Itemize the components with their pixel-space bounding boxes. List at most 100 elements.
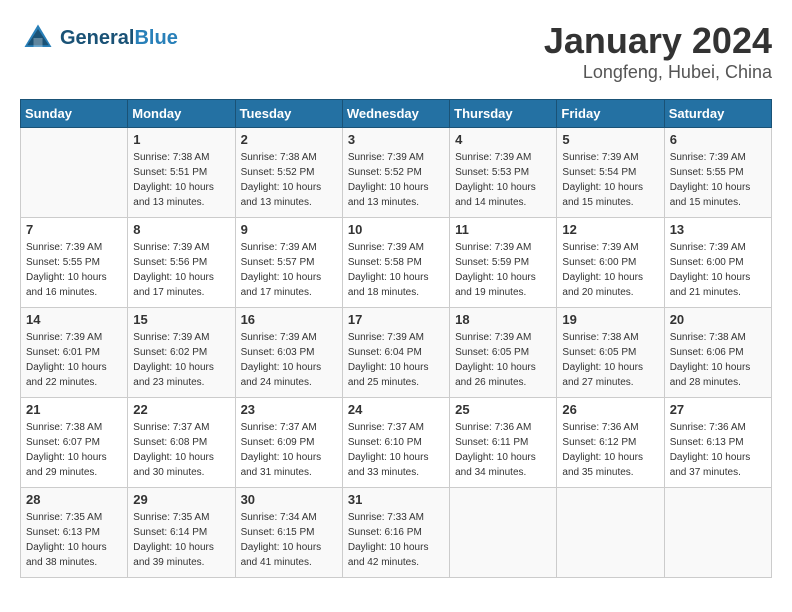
day-cell-22: 22 Sunrise: 7:37 AM Sunset: 6:08 PM Dayli… bbox=[128, 398, 235, 488]
day-cell-20: 20 Sunrise: 7:38 AM Sunset: 6:06 PM Dayli… bbox=[664, 308, 771, 398]
day-info: Sunrise: 7:39 AM Sunset: 6:00 PM Dayligh… bbox=[670, 240, 766, 300]
day-cell-26: 26 Sunrise: 7:36 AM Sunset: 6:12 PM Dayli… bbox=[557, 398, 664, 488]
header-row: SundayMondayTuesdayWednesdayThursdayFrid… bbox=[21, 100, 772, 128]
day-info: Sunrise: 7:36 AM Sunset: 6:11 PM Dayligh… bbox=[455, 420, 551, 480]
day-number: 19 bbox=[562, 312, 658, 327]
column-header-monday: Monday bbox=[128, 100, 235, 128]
day-cell-5: 5 Sunrise: 7:39 AM Sunset: 5:54 PM Daylig… bbox=[557, 128, 664, 218]
day-info: Sunrise: 7:37 AM Sunset: 6:10 PM Dayligh… bbox=[348, 420, 444, 480]
day-info: Sunrise: 7:38 AM Sunset: 6:07 PM Dayligh… bbox=[26, 420, 122, 480]
day-cell-16: 16Sunrise: 7:39 AM Sunset: 6:03 PM Dayli… bbox=[235, 308, 342, 398]
day-cell-6: 6Sunrise: 7:39 AM Sunset: 5:55 PM Daylig… bbox=[664, 128, 771, 218]
day-info: Sunrise: 7:39 AM Sunset: 5:52 PM Dayligh… bbox=[348, 150, 444, 210]
day-number: 20 bbox=[670, 312, 766, 327]
day-cell-28: 28 Sunrise: 7:35 AM Sunset: 6:13 PM Dayli… bbox=[21, 488, 128, 578]
day-info: Sunrise: 7:39 AM Sunset: 5:56 PM Dayligh… bbox=[133, 240, 229, 300]
day-cell-12: 12Sunrise: 7:39 AM Sunset: 6:00 PM Dayli… bbox=[557, 218, 664, 308]
day-cell-17: 17 Sunrise: 7:39 AM Sunset: 6:04 PM Dayli… bbox=[342, 308, 449, 398]
day-info: Sunrise: 7:34 AM Sunset: 6:15 PM Dayligh… bbox=[241, 510, 337, 570]
day-info: Sunrise: 7:39 AM Sunset: 6:05 PM Dayligh… bbox=[455, 330, 551, 390]
day-info: Sunrise: 7:39 AM Sunset: 6:02 PM Dayligh… bbox=[133, 330, 229, 390]
day-number: 15 bbox=[133, 312, 229, 327]
day-info: Sunrise: 7:33 AM Sunset: 6:16 PM Dayligh… bbox=[348, 510, 444, 570]
day-number: 31 bbox=[348, 492, 444, 507]
empty-cell bbox=[450, 488, 557, 578]
day-number: 18 bbox=[455, 312, 551, 327]
day-number: 6 bbox=[670, 132, 766, 147]
day-number: 23 bbox=[241, 402, 337, 417]
day-number: 27 bbox=[670, 402, 766, 417]
day-info: Sunrise: 7:38 AM Sunset: 6:06 PM Dayligh… bbox=[670, 330, 766, 390]
day-number: 29 bbox=[133, 492, 229, 507]
day-cell-10: 10 Sunrise: 7:39 AM Sunset: 5:58 PM Dayli… bbox=[342, 218, 449, 308]
empty-cell bbox=[557, 488, 664, 578]
day-cell-1: 1Sunrise: 7:38 AM Sunset: 5:51 PM Daylig… bbox=[128, 128, 235, 218]
calendar-table: SundayMondayTuesdayWednesdayThursdayFrid… bbox=[20, 99, 772, 578]
day-info: Sunrise: 7:39 AM Sunset: 5:57 PM Dayligh… bbox=[241, 240, 337, 300]
day-info: Sunrise: 7:39 AM Sunset: 6:03 PM Dayligh… bbox=[241, 330, 337, 390]
day-cell-30: 30 Sunrise: 7:34 AM Sunset: 6:15 PM Dayli… bbox=[235, 488, 342, 578]
day-cell-2: 2 Sunrise: 7:38 AM Sunset: 5:52 PM Daylig… bbox=[235, 128, 342, 218]
day-info: Sunrise: 7:38 AM Sunset: 5:52 PM Dayligh… bbox=[241, 150, 337, 210]
logo-text: GeneralBlue bbox=[60, 26, 178, 50]
day-number: 26 bbox=[562, 402, 658, 417]
logo: GeneralBlue bbox=[20, 20, 178, 56]
day-info: Sunrise: 7:35 AM Sunset: 6:14 PM Dayligh… bbox=[133, 510, 229, 570]
day-number: 25 bbox=[455, 402, 551, 417]
day-cell-13: 13 Sunrise: 7:39 AM Sunset: 6:00 PM Dayli… bbox=[664, 218, 771, 308]
day-cell-19: 19 Sunrise: 7:38 AM Sunset: 6:05 PM Dayli… bbox=[557, 308, 664, 398]
page-header: GeneralBlue January 2024 Longfeng, Hubei… bbox=[20, 20, 772, 83]
day-number: 24 bbox=[348, 402, 444, 417]
empty-cell bbox=[21, 128, 128, 218]
logo-icon bbox=[20, 20, 56, 56]
day-info: Sunrise: 7:36 AM Sunset: 6:12 PM Dayligh… bbox=[562, 420, 658, 480]
day-cell-7: 7 Sunrise: 7:39 AM Sunset: 5:55 PM Daylig… bbox=[21, 218, 128, 308]
day-info: Sunrise: 7:39 AM Sunset: 5:58 PM Dayligh… bbox=[348, 240, 444, 300]
day-cell-8: 8Sunrise: 7:39 AM Sunset: 5:56 PM Daylig… bbox=[128, 218, 235, 308]
day-number: 10 bbox=[348, 222, 444, 237]
day-number: 4 bbox=[455, 132, 551, 147]
day-cell-31: 31 Sunrise: 7:33 AM Sunset: 6:16 PM Dayli… bbox=[342, 488, 449, 578]
day-info: Sunrise: 7:35 AM Sunset: 6:13 PM Dayligh… bbox=[26, 510, 122, 570]
day-info: Sunrise: 7:39 AM Sunset: 5:53 PM Dayligh… bbox=[455, 150, 551, 210]
day-cell-23: 23 Sunrise: 7:37 AM Sunset: 6:09 PM Dayli… bbox=[235, 398, 342, 488]
day-cell-11: 11Sunrise: 7:39 AM Sunset: 5:59 PM Dayli… bbox=[450, 218, 557, 308]
day-cell-14: 14 Sunrise: 7:39 AM Sunset: 6:01 PM Dayli… bbox=[21, 308, 128, 398]
day-number: 17 bbox=[348, 312, 444, 327]
column-header-tuesday: Tuesday bbox=[235, 100, 342, 128]
week-row-3: 14 Sunrise: 7:39 AM Sunset: 6:01 PM Dayli… bbox=[21, 308, 772, 398]
day-cell-29: 29 Sunrise: 7:35 AM Sunset: 6:14 PM Dayli… bbox=[128, 488, 235, 578]
day-number: 1 bbox=[133, 132, 229, 147]
day-cell-9: 9 Sunrise: 7:39 AM Sunset: 5:57 PM Daylig… bbox=[235, 218, 342, 308]
week-row-4: 21Sunrise: 7:38 AM Sunset: 6:07 PM Dayli… bbox=[21, 398, 772, 488]
day-info: Sunrise: 7:38 AM Sunset: 6:05 PM Dayligh… bbox=[562, 330, 658, 390]
day-info: Sunrise: 7:39 AM Sunset: 5:54 PM Dayligh… bbox=[562, 150, 658, 210]
location-title: Longfeng, Hubei, China bbox=[544, 62, 772, 83]
week-row-5: 28 Sunrise: 7:35 AM Sunset: 6:13 PM Dayli… bbox=[21, 488, 772, 578]
column-header-saturday: Saturday bbox=[664, 100, 771, 128]
week-row-2: 7 Sunrise: 7:39 AM Sunset: 5:55 PM Daylig… bbox=[21, 218, 772, 308]
day-info: Sunrise: 7:39 AM Sunset: 6:04 PM Dayligh… bbox=[348, 330, 444, 390]
empty-cell bbox=[664, 488, 771, 578]
day-number: 9 bbox=[241, 222, 337, 237]
day-info: Sunrise: 7:39 AM Sunset: 5:55 PM Dayligh… bbox=[26, 240, 122, 300]
day-info: Sunrise: 7:39 AM Sunset: 6:01 PM Dayligh… bbox=[26, 330, 122, 390]
day-number: 2 bbox=[241, 132, 337, 147]
day-cell-18: 18 Sunrise: 7:39 AM Sunset: 6:05 PM Dayli… bbox=[450, 308, 557, 398]
day-number: 30 bbox=[241, 492, 337, 507]
day-number: 13 bbox=[670, 222, 766, 237]
day-number: 3 bbox=[348, 132, 444, 147]
day-number: 12 bbox=[562, 222, 658, 237]
day-cell-27: 27Sunrise: 7:36 AM Sunset: 6:13 PM Dayli… bbox=[664, 398, 771, 488]
day-cell-15: 15 Sunrise: 7:39 AM Sunset: 6:02 PM Dayli… bbox=[128, 308, 235, 398]
day-number: 5 bbox=[562, 132, 658, 147]
day-info: Sunrise: 7:37 AM Sunset: 6:09 PM Dayligh… bbox=[241, 420, 337, 480]
day-cell-25: 25 Sunrise: 7:36 AM Sunset: 6:11 PM Dayli… bbox=[450, 398, 557, 488]
day-number: 28 bbox=[26, 492, 122, 507]
day-number: 7 bbox=[26, 222, 122, 237]
day-number: 14 bbox=[26, 312, 122, 327]
column-header-thursday: Thursday bbox=[450, 100, 557, 128]
day-number: 22 bbox=[133, 402, 229, 417]
day-info: Sunrise: 7:39 AM Sunset: 5:59 PM Dayligh… bbox=[455, 240, 551, 300]
day-info: Sunrise: 7:37 AM Sunset: 6:08 PM Dayligh… bbox=[133, 420, 229, 480]
